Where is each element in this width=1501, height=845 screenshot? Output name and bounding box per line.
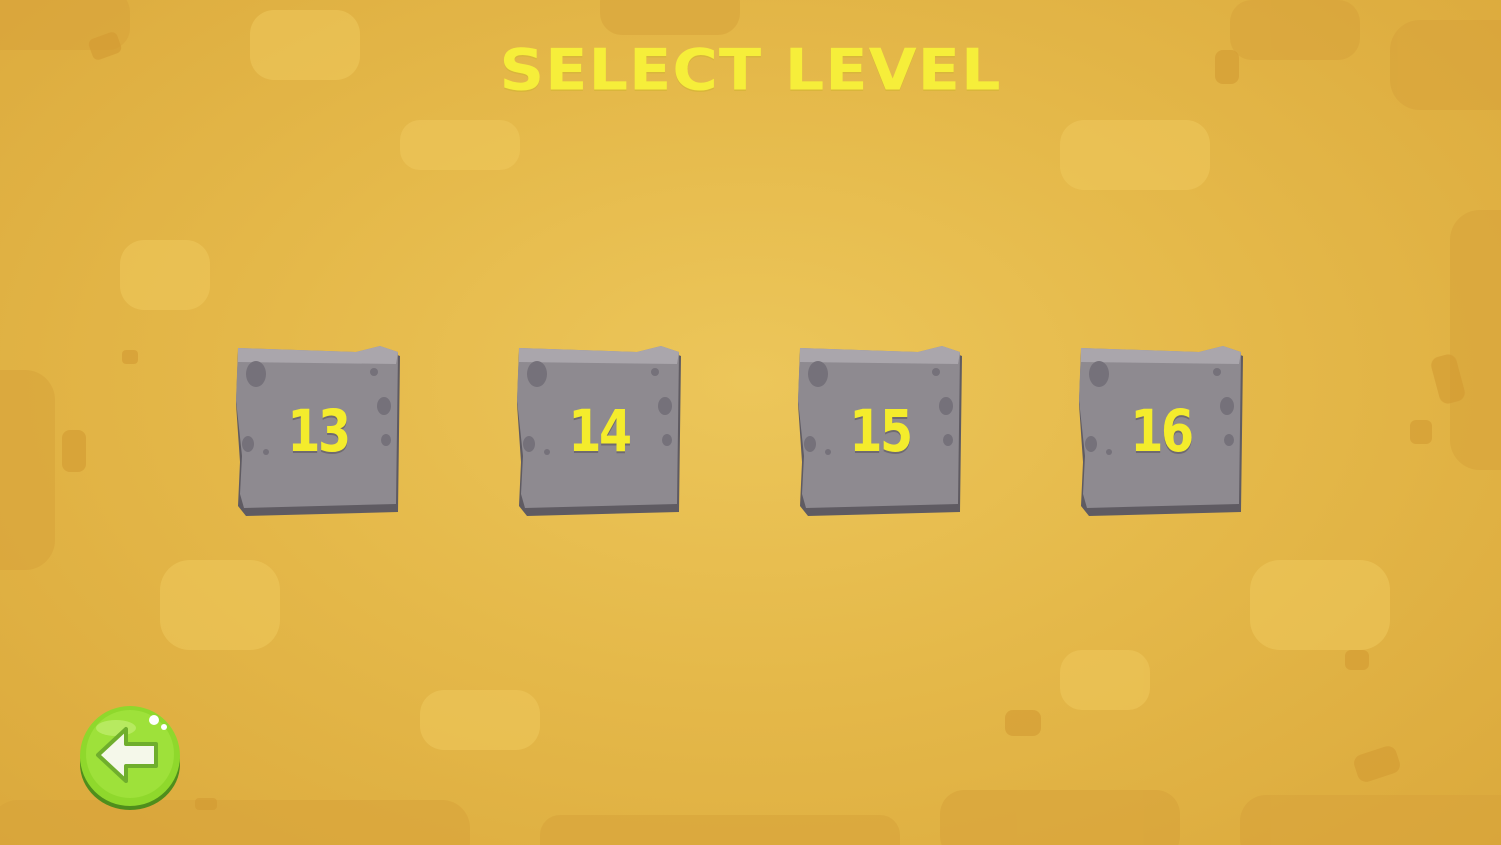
sand-stone-background [0,0,1501,845]
back-button[interactable] [76,702,184,812]
level-13-button[interactable]: 13 [234,344,402,520]
level-16-button[interactable]: 16 [1077,344,1245,520]
level-15-button[interactable]: 15 [796,344,964,520]
level-16-label: 16 [1130,397,1194,465]
level-14-label: 14 [568,397,632,465]
level-13-label: 13 [287,397,351,465]
screen-title: SELECT LEVEL [499,35,1002,104]
level-14-button[interactable]: 14 [515,344,683,520]
level-15-label: 15 [849,397,913,465]
back-arrow-icon [80,706,180,810]
level-select-screen: SELECT LEVEL 13 14 15 16 [0,0,1501,845]
